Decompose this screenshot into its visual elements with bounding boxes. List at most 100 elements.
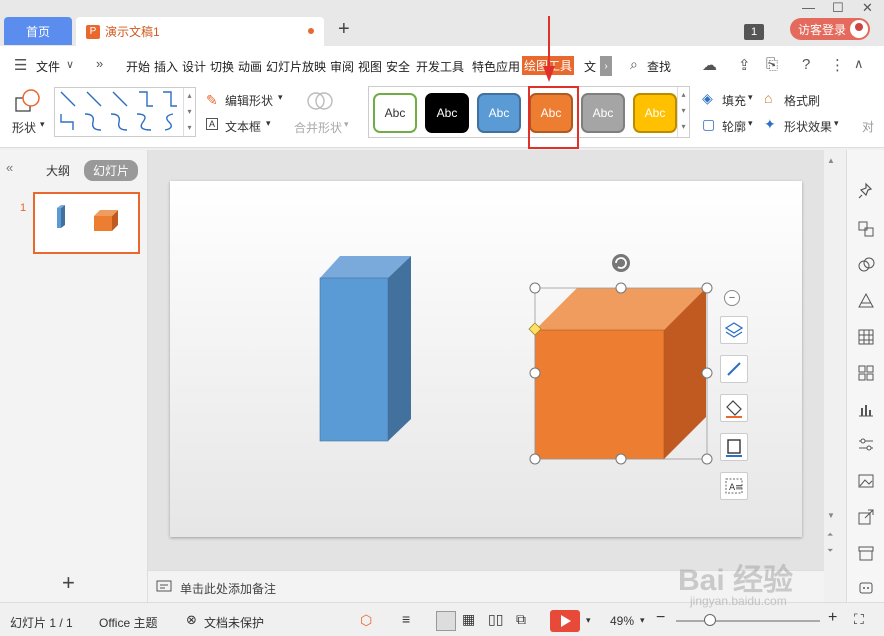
prev-slide-icon[interactable]: ⏶ [827,530,833,540]
text-box-dropdown-icon[interactable]: ▾ [266,118,271,129]
fill-button[interactable]: 填充 [722,92,746,109]
slide-thumbnail[interactable] [33,192,140,254]
notes-placeholder[interactable]: 单击此处添加备注 [180,580,276,597]
menu-review[interactable]: 审阅 [330,58,354,75]
menu-scroll-right-icon[interactable]: › [600,56,612,76]
zoom-level[interactable]: 49% [610,614,634,628]
search-label[interactable]: 查找 [647,58,671,75]
reading-view-icon[interactable]: ▯▯ [488,611,503,628]
share-icon[interactable]: ⇪ [738,56,751,74]
chart-icon[interactable] [857,400,875,418]
cloud-sync-icon[interactable]: ☁ [702,56,717,74]
fill-dropdown-icon[interactable]: ▾ [748,92,753,103]
notes-toggle-icon[interactable]: ≡ [402,611,410,627]
outline-dropdown-icon[interactable]: ▾ [748,118,753,129]
menu-features[interactable]: 特色应用 [472,58,520,75]
collapse-panel-icon[interactable]: « [6,160,13,175]
text-box-button[interactable]: 文本框 [225,118,261,135]
fit-window-icon[interactable]: ⛶ [854,611,864,628]
zoom-slider-track[interactable] [676,620,820,622]
border-icon[interactable] [720,433,748,461]
blue-box-shape[interactable] [319,256,411,442]
maximize-icon[interactable]: ☐ [832,0,844,16]
new-tab-plus-icon[interactable]: + [338,18,350,41]
slideshow-dropdown-icon[interactable]: ▾ [586,615,591,626]
format-painter-icon[interactable]: ⌂ [764,90,772,106]
style-gallery-scroll-icon[interactable]: ▴ ▾ ▾ [677,87,689,137]
grid-icon[interactable] [857,364,875,382]
edit-shape-icon[interactable]: ✎ [206,92,218,109]
tab-slides[interactable]: 幻灯片 [84,160,139,181]
window-count-badge[interactable]: 1 [744,24,764,40]
normal-view-icon[interactable] [436,611,456,631]
edit-shape-dropdown-icon[interactable]: ▾ [278,92,283,103]
collapse-tools-icon[interactable]: − [724,290,740,306]
style-option-gold[interactable]: Abc [633,93,677,133]
zoom-out-icon[interactable]: − [656,609,665,627]
export-icon[interactable]: ⎘ [766,56,778,73]
shape-effect-dropdown-icon[interactable]: ▾ [834,118,839,129]
menu-insert[interactable]: 插入 [154,58,178,75]
zoom-dropdown-icon[interactable]: ▾ [640,615,645,626]
style-option-gray[interactable]: Abc [581,93,625,133]
menu-security[interactable]: 安全 [386,58,410,75]
orange-cube-shape[interactable] [534,288,706,460]
text-box-icon[interactable]: A [206,118,219,130]
minimize-icon[interactable]: — [802,0,815,15]
add-slide-plus-icon[interactable]: + [62,570,75,596]
close-icon[interactable]: ✕ [862,0,873,16]
search-icon[interactable]: ⌕ [630,56,638,73]
edit-shape-button[interactable]: 编辑形状 [225,92,273,109]
menu-file[interactable]: 文件 [36,58,60,75]
shape-label[interactable]: 形状 [12,119,36,136]
protection-status[interactable]: 文档未保护 [204,614,264,631]
pin-icon[interactable] [857,182,875,200]
layer-icon[interactable] [720,316,748,344]
more-options-icon[interactable]: ⋮ [830,56,845,74]
menu-design[interactable]: 设计 [182,58,206,75]
theme-name[interactable]: Office 主题 [99,614,157,631]
style-option-blue[interactable]: Abc [477,93,521,133]
align-button[interactable]: 对 [862,118,874,135]
scroll-up-icon[interactable]: ▲ [827,156,835,165]
text-wrap-icon[interactable]: A≡ [720,472,748,500]
menu-text[interactable]: 文 [584,58,596,75]
shape-effect-button[interactable]: 形状效果 [784,118,832,135]
menu-developer[interactable]: 开发工具 [416,58,464,75]
visitor-login-button[interactable]: 访客登录 [790,18,870,40]
tab-document[interactable]: P 演示文稿1 [76,17,324,46]
vertical-scrollbar[interactable]: ▲ ▼ ⏶ ⏷ [824,150,838,570]
zoom-slider-handle[interactable] [704,614,716,626]
notes-view-icon[interactable]: ⧉ [516,611,526,628]
archive-icon[interactable] [857,544,875,562]
play-slideshow-button[interactable] [550,610,580,632]
sorter-view-icon[interactable]: ▦ [462,611,475,628]
settings-sliders-icon[interactable] [857,436,875,454]
shape-effect-icon[interactable]: ✦ [764,116,776,133]
merge-shape-button[interactable]: 合并形状 [294,119,342,136]
beautify-icon[interactable]: ⬡ [360,612,372,629]
line-shapes-gallery[interactable]: ▴ ▾ ▾ [54,87,196,137]
scroll-down-icon[interactable]: ▼ [827,511,835,520]
export-share-icon[interactable] [857,508,875,526]
shape-dropdown-icon[interactable]: ▾ [40,119,45,130]
rotate-handle-icon[interactable] [612,254,630,272]
effects-icon[interactable] [857,292,875,310]
style-option-black[interactable]: Abc [425,93,469,133]
fill-icon[interactable]: ◈ [702,90,713,107]
merge-shape-icon[interactable] [306,88,334,114]
shapes-icon[interactable] [857,256,875,274]
outline-button[interactable]: 轮廓 [722,118,746,135]
style-option-white[interactable]: Abc [373,93,417,133]
menu-start[interactable]: 开始 [126,58,150,75]
tab-outline[interactable]: 大纲 [46,162,70,179]
shape-icon[interactable] [14,88,42,114]
chevron-down-icon[interactable]: ∨ [66,58,74,71]
slide[interactable] [170,181,802,537]
menu-view[interactable]: 视图 [358,58,382,75]
fill-bucket-icon[interactable] [720,394,748,422]
table-icon[interactable] [857,328,875,346]
pen-icon[interactable] [720,355,748,383]
collapse-ribbon-icon[interactable]: ∧ [854,56,864,72]
next-slide-icon[interactable]: ⏷ [827,546,833,556]
